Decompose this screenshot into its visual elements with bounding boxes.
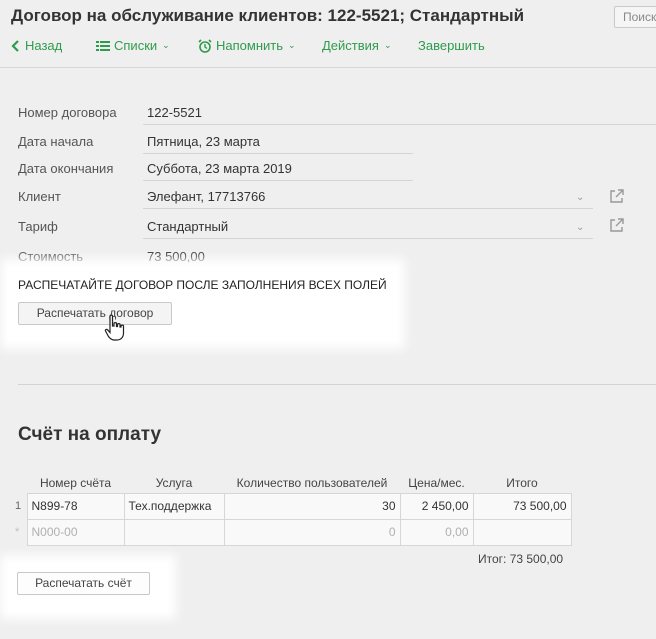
invoice-number-cell[interactable]: N000-00 [26, 518, 125, 546]
row-number-header [13, 473, 27, 493]
page-title: Договор на обслуживание клиентов: 122-55… [11, 6, 525, 25]
finish-label: Завершить [418, 38, 485, 53]
column-header[interactable]: Количество пользователей [224, 473, 400, 493]
field-underline [143, 153, 413, 154]
row-number: 1 [15, 500, 22, 512]
column-header[interactable]: Услуга [124, 473, 224, 493]
column-header[interactable]: Итого [473, 473, 571, 493]
actions-menu[interactable]: Действия ⌄ [322, 38, 392, 53]
end-date-field[interactable]: Суббота, 23 марта 2019 [147, 161, 292, 176]
invoice-number-cell[interactable]: N899-78 [26, 492, 125, 520]
alarm-clock-icon [198, 38, 212, 53]
total-cell[interactable]: 73 500,00 [472, 492, 572, 520]
lists-label: Списки [114, 38, 158, 53]
cost-label: Стоимость [18, 249, 84, 264]
chevron-down-icon[interactable]: ⌄ [576, 192, 584, 203]
price-cell[interactable]: 0,00 [399, 518, 474, 546]
users-cell[interactable]: 30 [223, 492, 401, 520]
start-date-field[interactable]: Пятница, 23 марта [147, 134, 260, 149]
section-divider [18, 384, 656, 385]
price-cell[interactable]: 2 450,00 [399, 492, 474, 520]
start-date-label: Дата начала [18, 134, 94, 149]
actions-label: Действия [322, 38, 379, 53]
search-button[interactable]: Поиск [614, 6, 656, 28]
field-underline [143, 124, 656, 125]
toolbar: Назад Списки ⌄ Напомнить ⌄ Действия ⌄ За… [0, 38, 656, 58]
contract-number-label: Номер договора [18, 105, 117, 120]
print-contract-button[interactable]: Распечатать договор [18, 302, 172, 325]
client-label: Клиент [18, 189, 61, 204]
cost-value: 73 500,00 [147, 249, 205, 264]
print-invoice-button[interactable]: Распечатать счёт [17, 572, 150, 595]
users-cell[interactable]: 0 [223, 518, 401, 546]
finish-button[interactable]: Завершить [418, 38, 485, 53]
remind-label: Напомнить [216, 38, 283, 53]
print-contract-notice: РАСПЕЧАТАЙТЕ ДОГОВОР ПОСЛЕ ЗАПОЛНЕНИЯ ВС… [18, 278, 387, 292]
new-row-marker: * [15, 526, 20, 538]
external-link-icon[interactable] [609, 217, 625, 233]
hand-cursor-icon [104, 314, 125, 341]
back-button[interactable]: Назад [11, 38, 62, 53]
chevron-down-icon: ⌄ [288, 40, 296, 50]
chevron-down-icon: ⌄ [383, 40, 392, 50]
service-cell[interactable]: Тех.поддержка [123, 492, 225, 520]
contract-number-field[interactable]: 122-5521 [147, 105, 202, 120]
external-link-icon[interactable] [609, 188, 625, 204]
column-header[interactable]: Номер счёта [27, 473, 124, 493]
list-icon [96, 40, 110, 51]
tariff-label: Тариф [18, 219, 58, 234]
back-label: Назад [25, 38, 63, 53]
field-underline [143, 180, 413, 181]
client-field[interactable]: Элефант, 17713766 [147, 189, 265, 204]
column-header[interactable]: Цена/мес. [400, 473, 473, 493]
toolbar-divider [0, 67, 656, 68]
table-row[interactable]: 1 N899-78 Тех.поддержка 30 2 450,00 73 5… [13, 492, 572, 520]
invoice-table: Номер счёта Услуга Количество пользовате… [13, 473, 572, 546]
end-date-label: Дата окончания [18, 161, 114, 176]
remind-menu[interactable]: Напомнить ⌄ [198, 38, 296, 53]
tariff-field[interactable]: Стандартный [147, 219, 228, 234]
chevron-down-icon: ⌄ [162, 40, 170, 50]
lists-menu[interactable]: Списки ⌄ [96, 38, 170, 53]
service-cell[interactable] [123, 518, 225, 546]
chevron-down-icon[interactable]: ⌄ [576, 222, 584, 233]
back-arrow-icon [11, 39, 19, 52]
invoice-total: Итог: 73 500,00 [478, 552, 564, 566]
field-underline [143, 238, 593, 239]
table-row-new[interactable]: * N000-00 0 0,00 [13, 518, 572, 546]
field-underline [143, 208, 593, 209]
total-cell[interactable] [472, 518, 572, 546]
invoice-title: Счёт на оплату [18, 424, 162, 445]
